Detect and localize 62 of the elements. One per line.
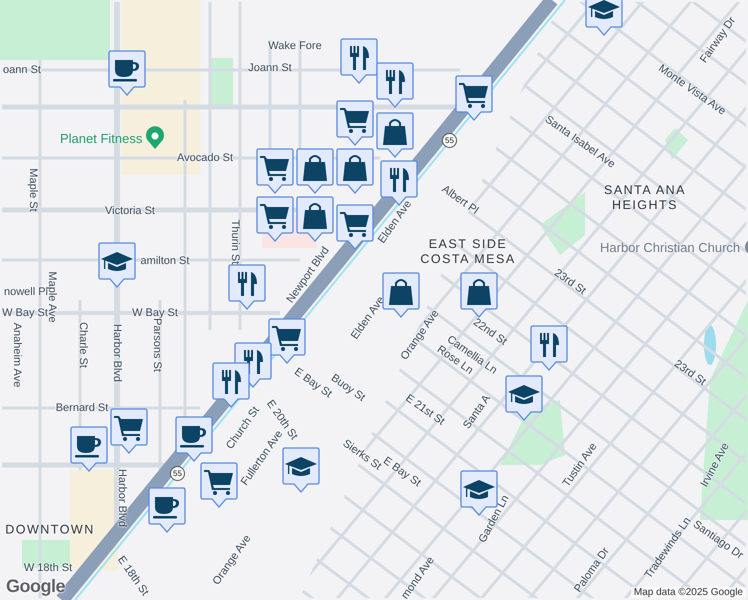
grocery-marker[interactable]: [455, 75, 493, 121]
street-label: W Bay St: [132, 307, 178, 319]
grocery-marker[interactable]: [200, 462, 238, 508]
street-label: Irvine Ave: [698, 440, 732, 490]
grocery-marker[interactable]: [336, 100, 374, 146]
street-label: 23rd St: [672, 358, 708, 388]
street-label: W Bay St: [2, 307, 48, 319]
route-shield: 55: [442, 133, 457, 148]
map-attribution: Map data ©2025 Google: [630, 587, 746, 598]
shopping-bag-marker[interactable]: [336, 148, 374, 194]
shopping-bag-marker[interactable]: [376, 112, 414, 158]
street-label: Anaheim Ave: [11, 322, 23, 388]
shopping-bag-marker[interactable]: [382, 272, 420, 318]
street-label: Joann St: [248, 62, 292, 74]
street-label: 23rd St: [552, 266, 588, 298]
restaurant-marker[interactable]: [228, 264, 266, 310]
street-label: Harbor Blvd: [111, 324, 123, 382]
park-area: [665, 128, 688, 160]
route-shield: 55: [170, 466, 185, 481]
school-marker[interactable]: [585, 0, 623, 36]
cafe-marker[interactable]: [70, 426, 108, 472]
restaurant-marker[interactable]: [530, 325, 568, 371]
neighborhood-label: DOWNTOWN: [5, 522, 95, 538]
street-label: E 21st St: [403, 392, 447, 428]
neighborhood-label: SANTA ANA HEIGHTS: [604, 183, 686, 213]
neighborhood-label: EAST SIDE COSTA MESA: [420, 237, 516, 267]
street-label: W 18th St: [24, 562, 72, 574]
street-label: Parsons St: [151, 318, 163, 372]
street-label: Avocado St: [176, 152, 234, 164]
grocery-marker[interactable]: [110, 408, 148, 454]
school-marker[interactable]: [282, 447, 320, 493]
cafe-marker[interactable]: [108, 50, 146, 96]
place-pin-icon[interactable]: [145, 126, 166, 150]
grocery-marker[interactable]: [268, 318, 306, 364]
grocery-marker[interactable]: [336, 204, 374, 250]
street-label: Bernard St: [56, 402, 108, 414]
cafe-marker[interactable]: [175, 416, 213, 462]
shopping-bag-marker[interactable]: [460, 272, 498, 318]
google-logo: Google: [6, 576, 65, 597]
place-label[interactable]: Harbor Christian Church: [600, 240, 740, 254]
park-area: [540, 192, 585, 255]
shopping-bag-marker[interactable]: [296, 196, 334, 242]
street-label: E Bay St: [381, 454, 423, 490]
street-label: amilton St: [140, 255, 190, 267]
street-label: Charle St: [77, 322, 89, 368]
street-label: Victoria St: [105, 205, 155, 217]
street-label: oann St: [3, 64, 41, 76]
street-label: Maple St: [27, 168, 39, 212]
cafe-marker[interactable]: [148, 487, 186, 533]
restaurant-marker[interactable]: [376, 62, 414, 108]
grocery-marker[interactable]: [256, 148, 294, 194]
street-label: nowell Pl: [4, 286, 48, 298]
place-label[interactable]: Planet Fitness: [60, 130, 142, 146]
school-marker[interactable]: [98, 242, 136, 288]
street-label: Wake Fore: [268, 40, 322, 52]
shopping-bag-marker[interactable]: [296, 148, 334, 194]
street-label: Thurin St: [229, 220, 241, 264]
pond: [704, 325, 716, 365]
restaurant-marker[interactable]: [340, 38, 378, 84]
school-marker[interactable]: [505, 375, 543, 421]
restaurant-marker[interactable]: [212, 362, 250, 408]
street-label: Harbor Blvd: [116, 468, 128, 528]
